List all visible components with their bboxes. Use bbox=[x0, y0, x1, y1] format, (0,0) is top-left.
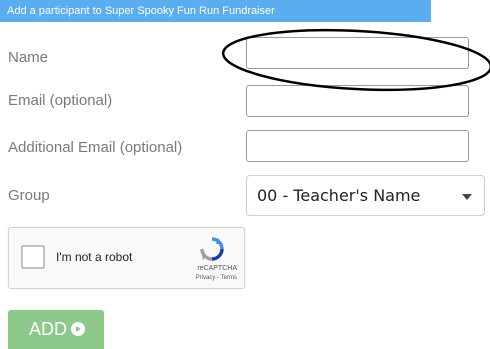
additional-email-label: Additional Email (optional) bbox=[8, 139, 183, 156]
name-input[interactable] bbox=[246, 37, 469, 69]
recaptcha-widget: I'm not a robot reCAPTCHA Privacy - Term… bbox=[8, 227, 245, 289]
recaptcha-privacy-link[interactable]: Privacy bbox=[196, 275, 216, 281]
recaptcha-logo-icon bbox=[200, 237, 224, 261]
add-participant-page: Add a participant to Super Spooky Fun Ru… bbox=[0, 0, 490, 349]
group-select[interactable]: 00 - Teacher's Name bbox=[246, 175, 485, 216]
add-button[interactable]: ADD bbox=[8, 310, 104, 349]
add-button-label: ADD bbox=[29, 319, 68, 339]
recaptcha-label: I'm not a robot bbox=[56, 250, 133, 264]
group-label: Group bbox=[8, 187, 50, 204]
recaptcha-checkbox[interactable] bbox=[21, 245, 45, 269]
name-label: Name bbox=[8, 49, 49, 66]
recaptcha-terms-link[interactable]: Terms bbox=[221, 275, 237, 281]
group-selected-value: 00 - Teacher's Name bbox=[257, 186, 421, 205]
page-header-banner: Add a participant to Super Spooky Fun Ru… bbox=[0, 0, 431, 22]
play-circle-icon bbox=[71, 322, 85, 336]
email-input[interactable] bbox=[246, 85, 469, 117]
recaptcha-links: Privacy - Terms bbox=[196, 275, 237, 281]
recaptcha-brand: reCAPTCHA bbox=[197, 265, 237, 272]
email-label: Email (optional) bbox=[8, 92, 113, 109]
additional-email-input[interactable] bbox=[246, 130, 469, 162]
chevron-down-icon bbox=[462, 194, 472, 200]
